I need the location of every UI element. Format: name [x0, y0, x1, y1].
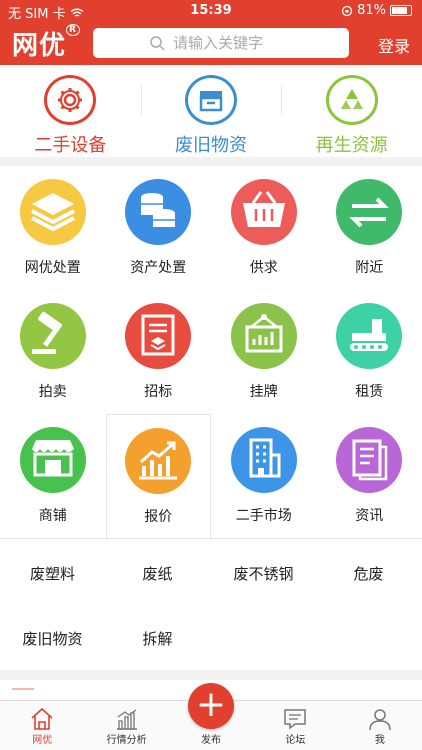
- service-label: 拍卖: [38, 384, 67, 400]
- service-item[interactable]: 拍卖: [0, 290, 106, 414]
- category-label: 废旧物资: [175, 135, 247, 156]
- basket-icon: [230, 179, 297, 245]
- shop-icon: [19, 427, 86, 493]
- service-label: 供求: [249, 260, 278, 276]
- tag-list: 废塑料 废纸 废不锈钢 危废废旧物资 拆解: [0, 538, 422, 670]
- excavator-icon: [336, 303, 403, 369]
- publish-button[interactable]: +: [188, 683, 234, 729]
- tab-me[interactable]: 我: [338, 701, 422, 750]
- service-grid: 网优处置 资产处置 供求 附近 拍卖 招标 挂牌 租赁 商铺 报价 二手市场 资…: [0, 166, 422, 538]
- tab-publish-label: 发布: [201, 735, 222, 746]
- service-item[interactable]: 附近: [317, 166, 422, 290]
- service-item[interactable]: 租赁: [317, 290, 422, 414]
- service-label: 资讯: [355, 508, 384, 524]
- bar-chart-icon: [116, 709, 137, 730]
- section-marker: [12, 688, 34, 690]
- home-icon: [31, 707, 53, 730]
- storage-box-icon: [185, 75, 237, 125]
- tag-item[interactable]: 废塑料: [0, 563, 105, 584]
- tab-market[interactable]: 行情分析: [84, 701, 168, 750]
- search-input[interactable]: [173, 34, 293, 52]
- service-item[interactable]: 挂牌: [211, 290, 317, 414]
- status-bar: 无 SIM 卡 15:39 81%: [0, 0, 422, 22]
- user-icon: [369, 709, 391, 731]
- service-label: 挂牌: [249, 384, 278, 400]
- tag-item[interactable]: 废不锈钢: [211, 563, 316, 584]
- tag-item[interactable]: 危废: [316, 563, 421, 584]
- header: 无 SIM 卡 15:39 81% 网优R 登录: [0, 0, 422, 65]
- tab-forum[interactable]: 论坛: [253, 701, 337, 750]
- category-2[interactable]: 再生资源: [281, 65, 422, 157]
- tender-document-icon: [125, 303, 192, 369]
- service-label: 租赁: [355, 384, 384, 400]
- category-label: 再生资源: [315, 135, 388, 156]
- service-item[interactable]: 网优处置: [0, 166, 106, 290]
- gavel-icon: [19, 303, 86, 369]
- registered-mark-icon: R: [66, 24, 80, 36]
- layers-icon: [19, 179, 86, 245]
- service-item[interactable]: 招标: [106, 290, 212, 414]
- service-item[interactable]: 报价: [105, 414, 211, 538]
- category-1[interactable]: 废旧物资: [140, 65, 282, 157]
- search-bar[interactable]: [93, 28, 349, 58]
- category-row: 二手设备 废旧物资 再生资源: [0, 65, 422, 157]
- battery-percent: 81%: [357, 3, 386, 18]
- service-label: 商铺: [38, 508, 67, 524]
- category-label: 二手设备: [34, 135, 107, 156]
- category-0[interactable]: 二手设备: [0, 65, 141, 157]
- search-icon: [150, 36, 165, 51]
- coins-icon: [125, 179, 192, 245]
- tag-item[interactable]: 废旧物资: [0, 628, 105, 649]
- tab-market-label: 行情分析: [106, 735, 147, 746]
- service-item[interactable]: 资产处置: [106, 166, 212, 290]
- tab-home[interactable]: 网优: [0, 701, 84, 750]
- gear-icon: [44, 75, 97, 125]
- service-label: 附近: [355, 260, 384, 276]
- trend-chart-icon: [125, 427, 192, 494]
- tab-me-label: 我: [374, 735, 385, 746]
- battery-fill: [392, 7, 407, 14]
- battery-icon: [390, 5, 412, 16]
- app-logo: 网优R: [12, 24, 80, 62]
- recycle-icon: [325, 75, 378, 125]
- service-item[interactable]: 商铺: [0, 414, 106, 538]
- status-right: 81%: [341, 3, 412, 18]
- service-item[interactable]: 二手市场: [211, 414, 317, 538]
- exchange-arrows-icon: [336, 179, 403, 245]
- service-item[interactable]: 供求: [211, 166, 317, 290]
- service-label: 网优处置: [24, 260, 81, 276]
- service-label: 报价: [144, 508, 173, 525]
- tab-home-label: 网优: [32, 735, 53, 746]
- building-icon: [230, 427, 297, 493]
- tag-item[interactable]: 废纸: [105, 563, 210, 584]
- news-document-icon: [336, 427, 403, 493]
- tag-item[interactable]: 拆解: [105, 628, 210, 649]
- listing-board-icon: [230, 303, 297, 369]
- service-item[interactable]: 资讯: [317, 414, 422, 538]
- login-button[interactable]: 登录: [378, 33, 410, 57]
- tab-forum-label: 论坛: [285, 735, 306, 746]
- service-label: 资产处置: [130, 260, 187, 276]
- service-label: 二手市场: [235, 508, 292, 524]
- chat-bubble-icon: [284, 709, 307, 730]
- service-label: 招标: [144, 384, 173, 400]
- rotation-lock-icon: [341, 5, 353, 16]
